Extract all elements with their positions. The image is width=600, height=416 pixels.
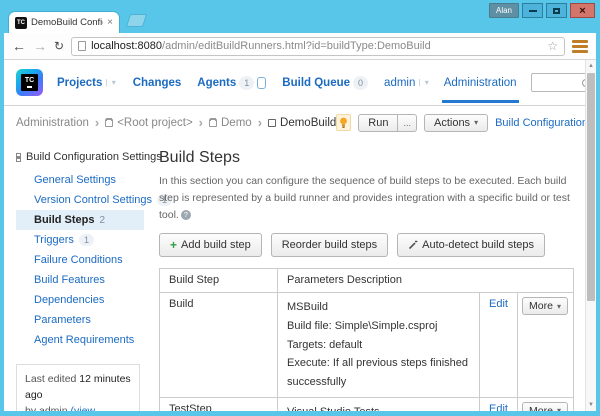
chevron-right-icon: › xyxy=(199,116,203,129)
triggers-count-badge: 1 xyxy=(79,234,94,246)
agent-status-icon xyxy=(257,77,266,89)
active-nav-underline xyxy=(442,100,519,103)
teamcity-favicon-icon: TC xyxy=(15,17,27,29)
edit-link[interactable]: Edit xyxy=(489,298,508,310)
chrome-menu-icon[interactable] xyxy=(572,40,588,53)
tab-title: DemoBuild Configuration xyxy=(31,17,103,28)
reorder-build-steps-button[interactable]: Reorder build steps xyxy=(271,233,388,257)
step-parameters: Visual Studio Tests Test engine: VSTest … xyxy=(278,397,480,411)
breadcrumb-administration[interactable]: Administration xyxy=(16,117,89,129)
run-button[interactable]: Run xyxy=(358,114,398,132)
step-name: Build xyxy=(160,293,278,397)
settings-icon xyxy=(16,153,21,162)
chevron-right-icon: › xyxy=(258,116,262,129)
auto-detect-build-steps-button[interactable]: Auto-detect build steps xyxy=(397,233,545,257)
url-path: /admin/editBuildRunners.html?id=buildTyp… xyxy=(162,40,431,52)
maximize-button[interactable] xyxy=(546,3,567,18)
table-row: Build MSBuild Build file: Simple\Simple.… xyxy=(160,293,574,397)
build-steps-table: Build Step Parameters Description Build … xyxy=(159,268,574,411)
user-dropdown-icon[interactable]: | ▾ xyxy=(418,78,429,87)
run-options-button[interactable]: ... xyxy=(398,114,417,132)
sidebar-item-version-control-settings[interactable]: Version Control Settings1 xyxy=(16,190,144,210)
page-icon xyxy=(78,41,86,51)
nav-changes[interactable]: Changes xyxy=(133,77,182,89)
column-header-build-step: Build Step xyxy=(160,269,278,293)
teamcity-logo-icon[interactable]: TC xyxy=(16,69,43,96)
scrollbar-thumb[interactable] xyxy=(587,73,595,301)
build-steps-panel: Build Steps In this section you can conf… xyxy=(144,149,596,411)
breadcrumb-demobuild[interactable]: DemoBuild xyxy=(268,117,336,129)
chevron-down-icon: ▾ xyxy=(474,118,478,127)
nav-agents[interactable]: Agents 1 xyxy=(197,76,266,90)
sidebar-title: Build Configuration Settings xyxy=(16,149,144,167)
chevron-down-icon: ▾ xyxy=(557,302,561,311)
step-parameters: MSBuild Build file: Simple\Simple.csproj… xyxy=(278,293,480,397)
sidebar-item-general-settings[interactable]: General Settings xyxy=(16,170,144,190)
chevron-right-icon: › xyxy=(95,116,99,129)
step-name: TestStep xyxy=(160,397,278,411)
titlebar: TC DemoBuild Configuration × Alan × xyxy=(0,0,600,33)
reload-icon[interactable]: ↻ xyxy=(54,40,64,52)
browser-tab[interactable]: TC DemoBuild Configuration × xyxy=(8,11,120,33)
plus-icon: + xyxy=(170,239,177,251)
sidebar-item-triggers[interactable]: Triggers1 xyxy=(16,230,144,250)
nav-projects[interactable]: Projects | ▾ xyxy=(57,77,117,89)
teamcity-header: TC Projects | ▾ Changes Agents 1 Build Q… xyxy=(4,60,596,106)
forward-icon[interactable]: → xyxy=(33,39,47,53)
help-icon[interactable]: ? xyxy=(181,210,191,220)
chevron-down-icon: ▾ xyxy=(557,406,561,411)
close-button[interactable]: × xyxy=(570,3,595,18)
nav-administration[interactable]: Administration xyxy=(444,77,517,89)
page-title: Build Steps xyxy=(159,149,574,167)
build-queue-count-badge: 0 xyxy=(353,76,368,90)
settings-sidebar: Build Configuration Settings General Set… xyxy=(16,149,144,411)
more-button[interactable]: More ▾ xyxy=(522,297,568,315)
browser-window: TC DemoBuild Configuration × Alan × ← → … xyxy=(0,0,600,416)
user-menu[interactable]: admin | ▾ xyxy=(384,77,430,89)
column-header-parameters-description: Parameters Description xyxy=(278,269,574,293)
build-steps-count: 2 xyxy=(100,215,106,226)
minimize-button[interactable] xyxy=(522,3,543,18)
breadcrumb-demo[interactable]: Demo xyxy=(209,117,252,129)
sidebar-item-build-steps[interactable]: Build Steps2 xyxy=(16,210,144,230)
table-header-row: Build Step Parameters Description xyxy=(160,269,574,293)
new-tab-button[interactable] xyxy=(126,14,147,27)
breadcrumb: Administration › <Root project> › Demo ›… xyxy=(4,106,596,139)
sidebar-item-dependencies[interactable]: Dependencies xyxy=(16,290,144,310)
build-configuration-icon xyxy=(268,119,276,127)
build-configuration-home-link[interactable]: Build Configuration Home xyxy=(495,117,596,129)
sidebar-item-failure-conditions[interactable]: Failure Conditions xyxy=(16,250,144,270)
projects-dropdown-icon[interactable]: | ▾ xyxy=(105,78,116,87)
url-host: localhost:8080 xyxy=(91,40,162,52)
hint-lightbulb-icon[interactable] xyxy=(336,114,351,131)
wand-icon xyxy=(408,240,418,250)
page-viewport: TC Projects | ▾ Changes Agents 1 Build Q… xyxy=(4,60,596,411)
sidebar-item-agent-requirements[interactable]: Agent Requirements xyxy=(16,330,144,350)
project-icon xyxy=(105,119,113,127)
actions-button[interactable]: Actions ▾ xyxy=(424,114,488,132)
sidebar-item-build-features[interactable]: Build Features xyxy=(16,270,144,290)
add-build-step-button[interactable]: + Add build step xyxy=(159,233,262,257)
nav-build-queue[interactable]: Build Queue 0 xyxy=(282,76,368,90)
tab-close-icon[interactable]: × xyxy=(107,18,113,28)
table-row: TestStep Visual Studio Tests Test engine… xyxy=(160,397,574,411)
more-button[interactable]: More ▾ xyxy=(522,402,568,411)
scroll-down-icon[interactable]: ▼ xyxy=(586,402,596,408)
url-text: localhost:8080/admin/editBuildRunners.ht… xyxy=(91,40,431,52)
scroll-up-icon[interactable]: ▲ xyxy=(586,63,596,69)
breadcrumb-root-project[interactable]: <Root project> xyxy=(105,117,192,129)
edit-link[interactable]: Edit xyxy=(489,403,508,411)
agents-count-badge: 1 xyxy=(239,76,254,90)
back-icon[interactable]: ← xyxy=(12,39,26,53)
profile-badge[interactable]: Alan xyxy=(489,3,519,18)
bookmark-star-icon[interactable]: ☆ xyxy=(547,39,558,53)
section-description: In this section you can configure the se… xyxy=(159,173,574,223)
sidebar-item-parameters[interactable]: Parameters xyxy=(16,310,144,330)
address-bar[interactable]: localhost:8080/admin/editBuildRunners.ht… xyxy=(71,37,565,56)
browser-toolbar: ← → ↻ localhost:8080/admin/editBuildRunn… xyxy=(4,33,596,60)
project-icon xyxy=(209,119,217,127)
page-scrollbar[interactable]: ▲ ▼ xyxy=(585,60,596,411)
last-edited-box: Last edited 12 minutes ago by admin (vie… xyxy=(16,364,140,411)
